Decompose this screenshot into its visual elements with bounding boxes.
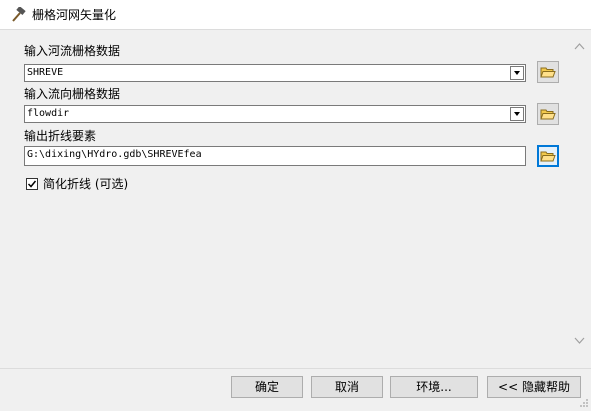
flow-direction-select[interactable]: flowdir	[24, 105, 526, 123]
output-features-label: 输出折线要素	[24, 129, 97, 143]
output-features-input[interactable]: G:\dixing\HYdro.gdb\SHREVEfea	[24, 146, 526, 166]
simplify-label: 简化折线 (可选)	[43, 177, 129, 191]
resize-grip-icon[interactable]	[579, 397, 589, 407]
simplify-checkbox[interactable]	[26, 178, 38, 190]
vertical-scrollbar[interactable]	[571, 31, 588, 368]
browse-stream-raster-button[interactable]	[537, 61, 559, 83]
flow-direction-label: 输入流向栅格数据	[24, 87, 121, 101]
browse-output-features-button[interactable]	[537, 145, 559, 167]
hide-help-button[interactable]: << 隐藏帮助	[487, 376, 581, 398]
chevron-down-icon[interactable]	[574, 335, 585, 346]
output-features-value: G:\dixing\HYdro.gdb\SHREVEfea	[27, 149, 202, 160]
window-title: 栅格河网矢量化	[32, 8, 117, 22]
cancel-button[interactable]: 取消	[311, 376, 383, 398]
environments-button[interactable]: 环境...	[390, 376, 478, 398]
dialog-footer: 确定 取消 环境... << 隐藏帮助	[0, 368, 591, 408]
title-bar: 栅格河网矢量化	[0, 0, 591, 30]
stream-raster-value: SHREVE	[27, 67, 64, 78]
flow-direction-value: flowdir	[27, 108, 70, 119]
stream-raster-select[interactable]: SHREVE	[24, 64, 526, 82]
parameters-panel: 输入河流栅格数据 SHREVE 输入流向栅格数据 flowdir 输出折线要素 …	[0, 31, 591, 368]
browse-flow-direction-button[interactable]	[537, 103, 559, 125]
chevron-down-icon[interactable]	[510, 66, 524, 80]
chevron-up-icon[interactable]	[574, 41, 585, 52]
hammer-icon	[10, 6, 26, 23]
ok-button[interactable]: 确定	[231, 376, 303, 398]
chevron-down-icon[interactable]	[510, 107, 524, 121]
stream-raster-label: 输入河流栅格数据	[24, 44, 121, 58]
